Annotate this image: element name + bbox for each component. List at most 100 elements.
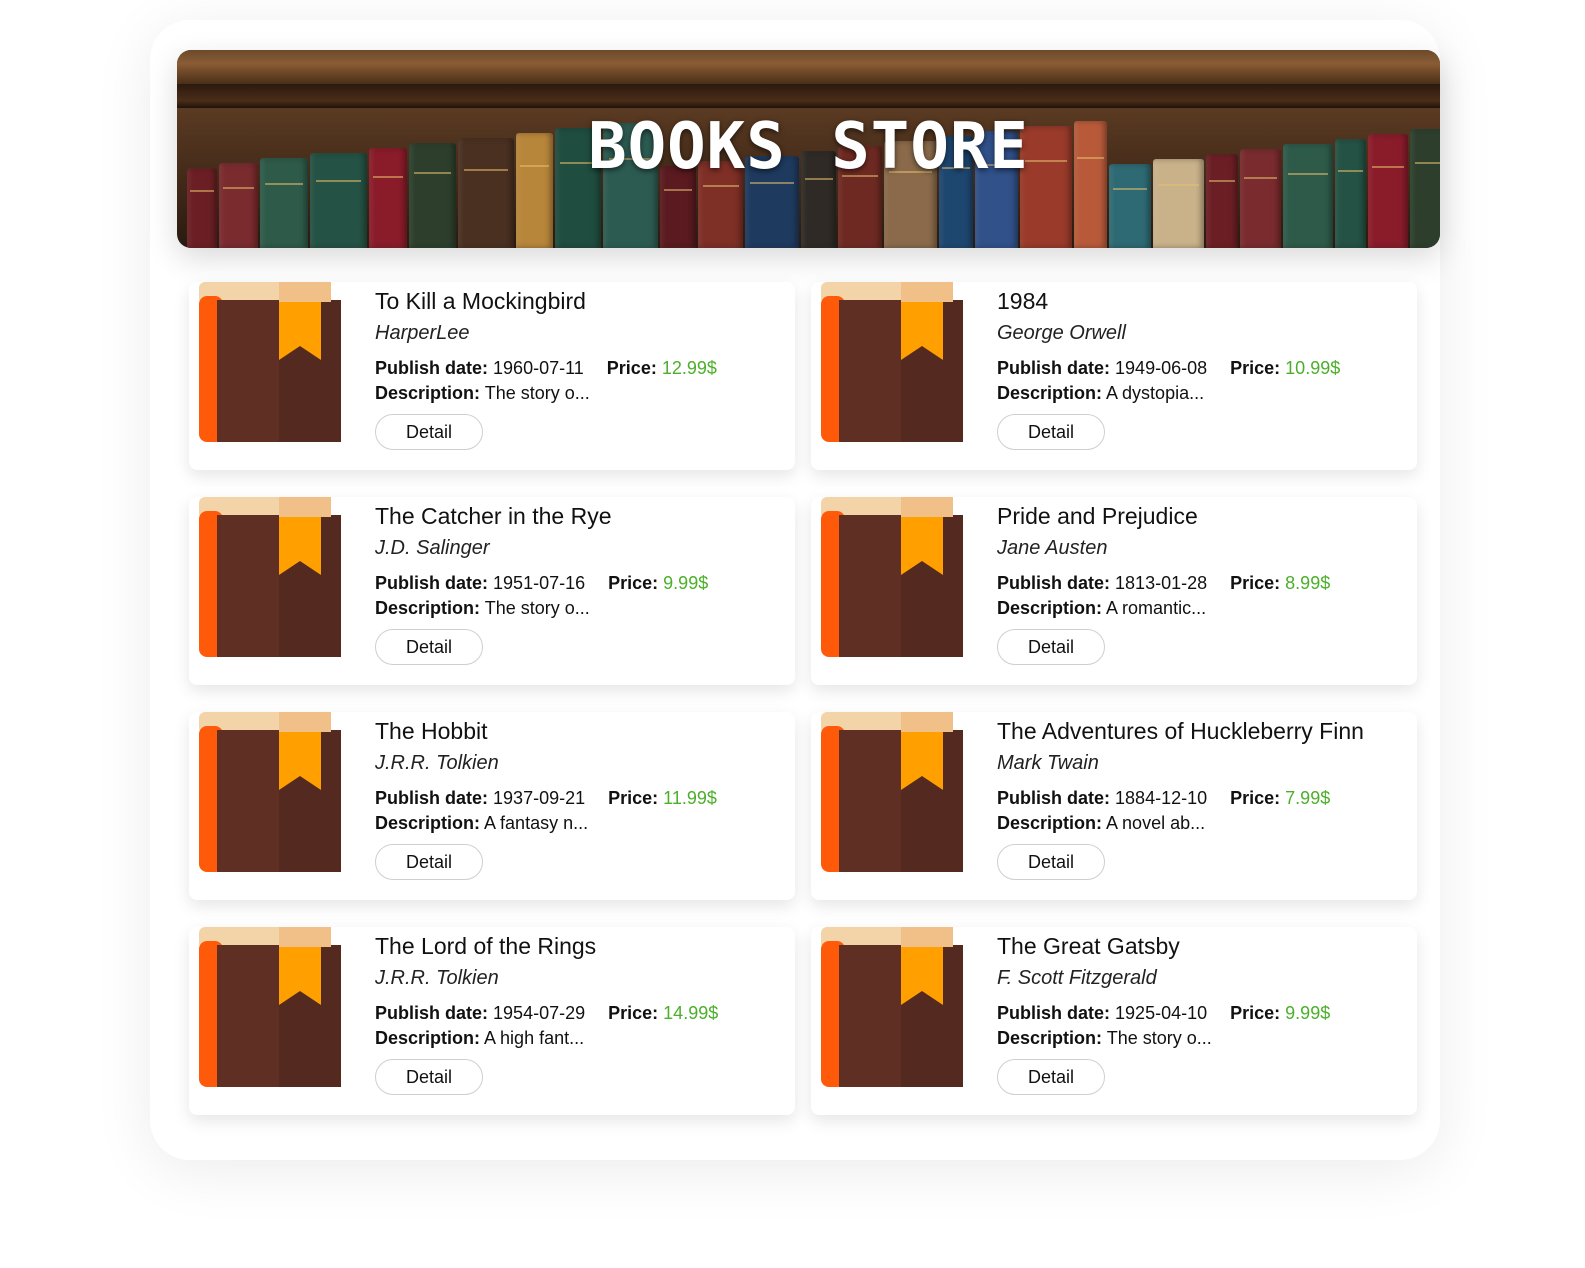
book-meta: Publish date: 1949-06-08 Price: 10.99$ bbox=[997, 356, 1407, 381]
book-description: Description: A romantic... bbox=[997, 596, 1407, 621]
description-label: Description: bbox=[375, 383, 481, 403]
publish-date-label: Publish date: bbox=[375, 573, 489, 593]
book-title: The Great Gatsby bbox=[997, 933, 1180, 959]
publish-date-value: 1937-09-21 bbox=[493, 788, 586, 808]
book-card: The Hobbit J.R.R. Tolkien Publish date: … bbox=[189, 712, 795, 900]
detail-button[interactable]: Detail bbox=[997, 844, 1105, 880]
description-value: The story o... bbox=[484, 383, 590, 403]
book-author: Mark Twain bbox=[997, 752, 1099, 774]
price-value: 9.99$ bbox=[663, 573, 709, 593]
book-description: Description: A high fant... bbox=[375, 1026, 785, 1051]
book-title: The Catcher in the Rye bbox=[375, 503, 612, 529]
book-description: Description: The story o... bbox=[375, 381, 785, 406]
book-meta: Publish date: 1925-04-10 Price: 9.99$ bbox=[997, 1001, 1407, 1026]
publish-date-label: Publish date: bbox=[997, 573, 1111, 593]
price-value: 14.99$ bbox=[663, 1003, 719, 1023]
description-value: A fantasy n... bbox=[484, 813, 589, 833]
price-label: Price: bbox=[608, 1003, 659, 1023]
book-cover-icon bbox=[821, 927, 967, 1089]
book-meta: Publish date: 1960-07-11 Price: 12.99$ bbox=[375, 356, 785, 381]
publish-date-value: 1884-12-10 bbox=[1115, 788, 1208, 808]
book-description: Description: A novel ab... bbox=[997, 811, 1407, 836]
price-label: Price: bbox=[1230, 1003, 1281, 1023]
book-card: Pride and Prejudice Jane Austen Publish … bbox=[811, 497, 1417, 685]
price-value: 10.99$ bbox=[1285, 358, 1341, 378]
publish-date-label: Publish date: bbox=[997, 1003, 1111, 1023]
price-value: 8.99$ bbox=[1285, 573, 1331, 593]
price-label: Price: bbox=[608, 573, 659, 593]
book-author: J.R.R. Tolkien bbox=[375, 752, 499, 774]
description-label: Description: bbox=[997, 598, 1103, 618]
book-title: The Hobbit bbox=[375, 718, 488, 744]
publish-date-label: Publish date: bbox=[375, 788, 489, 808]
book-author: HarperLee bbox=[375, 322, 470, 344]
description-label: Description: bbox=[375, 1028, 481, 1048]
detail-button[interactable]: Detail bbox=[375, 844, 483, 880]
book-description: Description: A dystopia... bbox=[997, 381, 1407, 406]
book-title: Pride and Prejudice bbox=[997, 503, 1198, 529]
book-cover-icon bbox=[199, 497, 345, 659]
book-author: Jane Austen bbox=[997, 537, 1108, 559]
detail-button[interactable]: Detail bbox=[375, 414, 483, 450]
book-meta: Publish date: 1951-07-16 Price: 9.99$ bbox=[375, 571, 785, 596]
book-card: To Kill a Mockingbird HarperLee Publish … bbox=[189, 282, 795, 470]
book-author: J.R.R. Tolkien bbox=[375, 967, 499, 989]
publish-date-value: 1960-07-11 bbox=[493, 358, 584, 378]
book-description: Description: A fantasy n... bbox=[375, 811, 785, 836]
book-cover-icon bbox=[821, 282, 967, 444]
price-value: 12.99$ bbox=[661, 358, 717, 378]
detail-button[interactable]: Detail bbox=[997, 629, 1105, 665]
book-title: To Kill a Mockingbird bbox=[375, 288, 586, 314]
header-banner: BOOKS STORE bbox=[177, 50, 1440, 248]
description-label: Description: bbox=[997, 383, 1103, 403]
price-value: 11.99$ bbox=[663, 788, 717, 808]
description-value: The story o... bbox=[1106, 1028, 1212, 1048]
book-author: F. Scott Fitzgerald bbox=[997, 967, 1157, 989]
price-label: Price: bbox=[1230, 358, 1281, 378]
price-label: Price: bbox=[606, 358, 657, 378]
price-value: 7.99$ bbox=[1285, 788, 1331, 808]
description-value: The story o... bbox=[484, 598, 590, 618]
detail-button[interactable]: Detail bbox=[997, 1059, 1105, 1095]
book-cover-icon bbox=[199, 712, 345, 874]
store-title: BOOKS STORE bbox=[588, 110, 1029, 184]
book-title: The Lord of the Rings bbox=[375, 933, 597, 959]
shelf-lip bbox=[177, 84, 1440, 108]
description-value: A romantic... bbox=[1106, 598, 1207, 618]
publish-date-label: Publish date: bbox=[997, 788, 1111, 808]
publish-date-label: Publish date: bbox=[997, 358, 1111, 378]
publish-date-value: 1949-06-08 bbox=[1115, 358, 1208, 378]
book-card: The Great Gatsby F. Scott Fitzgerald Pub… bbox=[811, 927, 1417, 1115]
publish-date-value: 1954-07-29 bbox=[493, 1003, 586, 1023]
shelf-board bbox=[177, 50, 1440, 84]
description-label: Description: bbox=[997, 813, 1103, 833]
publish-date-label: Publish date: bbox=[375, 358, 489, 378]
book-description: Description: The story o... bbox=[997, 1026, 1407, 1051]
detail-button[interactable]: Detail bbox=[375, 629, 483, 665]
publish-date-value: 1925-04-10 bbox=[1115, 1003, 1208, 1023]
publish-date-value: 1951-07-16 bbox=[493, 573, 586, 593]
book-card: The Catcher in the Rye J.D. Salinger Pub… bbox=[189, 497, 795, 685]
book-meta: Publish date: 1884-12-10 Price: 7.99$ bbox=[997, 786, 1407, 811]
book-author: George Orwell bbox=[997, 322, 1126, 344]
description-label: Description: bbox=[375, 813, 481, 833]
description-label: Description: bbox=[997, 1028, 1103, 1048]
book-cover-icon bbox=[199, 927, 345, 1089]
book-cover-icon bbox=[821, 712, 967, 874]
book-description: Description: The story o... bbox=[375, 596, 785, 621]
book-title: The Adventures of Huckleberry Finn bbox=[997, 718, 1364, 744]
book-author: J.D. Salinger bbox=[375, 537, 490, 559]
book-meta: Publish date: 1813-01-28 Price: 8.99$ bbox=[997, 571, 1407, 596]
price-value: 9.99$ bbox=[1285, 1003, 1331, 1023]
detail-button[interactable]: Detail bbox=[997, 414, 1105, 450]
book-cover-icon bbox=[199, 282, 345, 444]
book-card: The Adventures of Huckleberry Finn Mark … bbox=[811, 712, 1417, 900]
detail-button[interactable]: Detail bbox=[375, 1059, 483, 1095]
price-label: Price: bbox=[608, 788, 659, 808]
description-value: A dystopia... bbox=[1106, 383, 1205, 403]
description-value: A novel ab... bbox=[1106, 813, 1206, 833]
description-value: A high fant... bbox=[484, 1028, 585, 1048]
book-meta: Publish date: 1937-09-21 Price: 11.99$ bbox=[375, 786, 785, 811]
price-label: Price: bbox=[1230, 573, 1281, 593]
book-card: 1984 George Orwell Publish date: 1949-06… bbox=[811, 282, 1417, 470]
